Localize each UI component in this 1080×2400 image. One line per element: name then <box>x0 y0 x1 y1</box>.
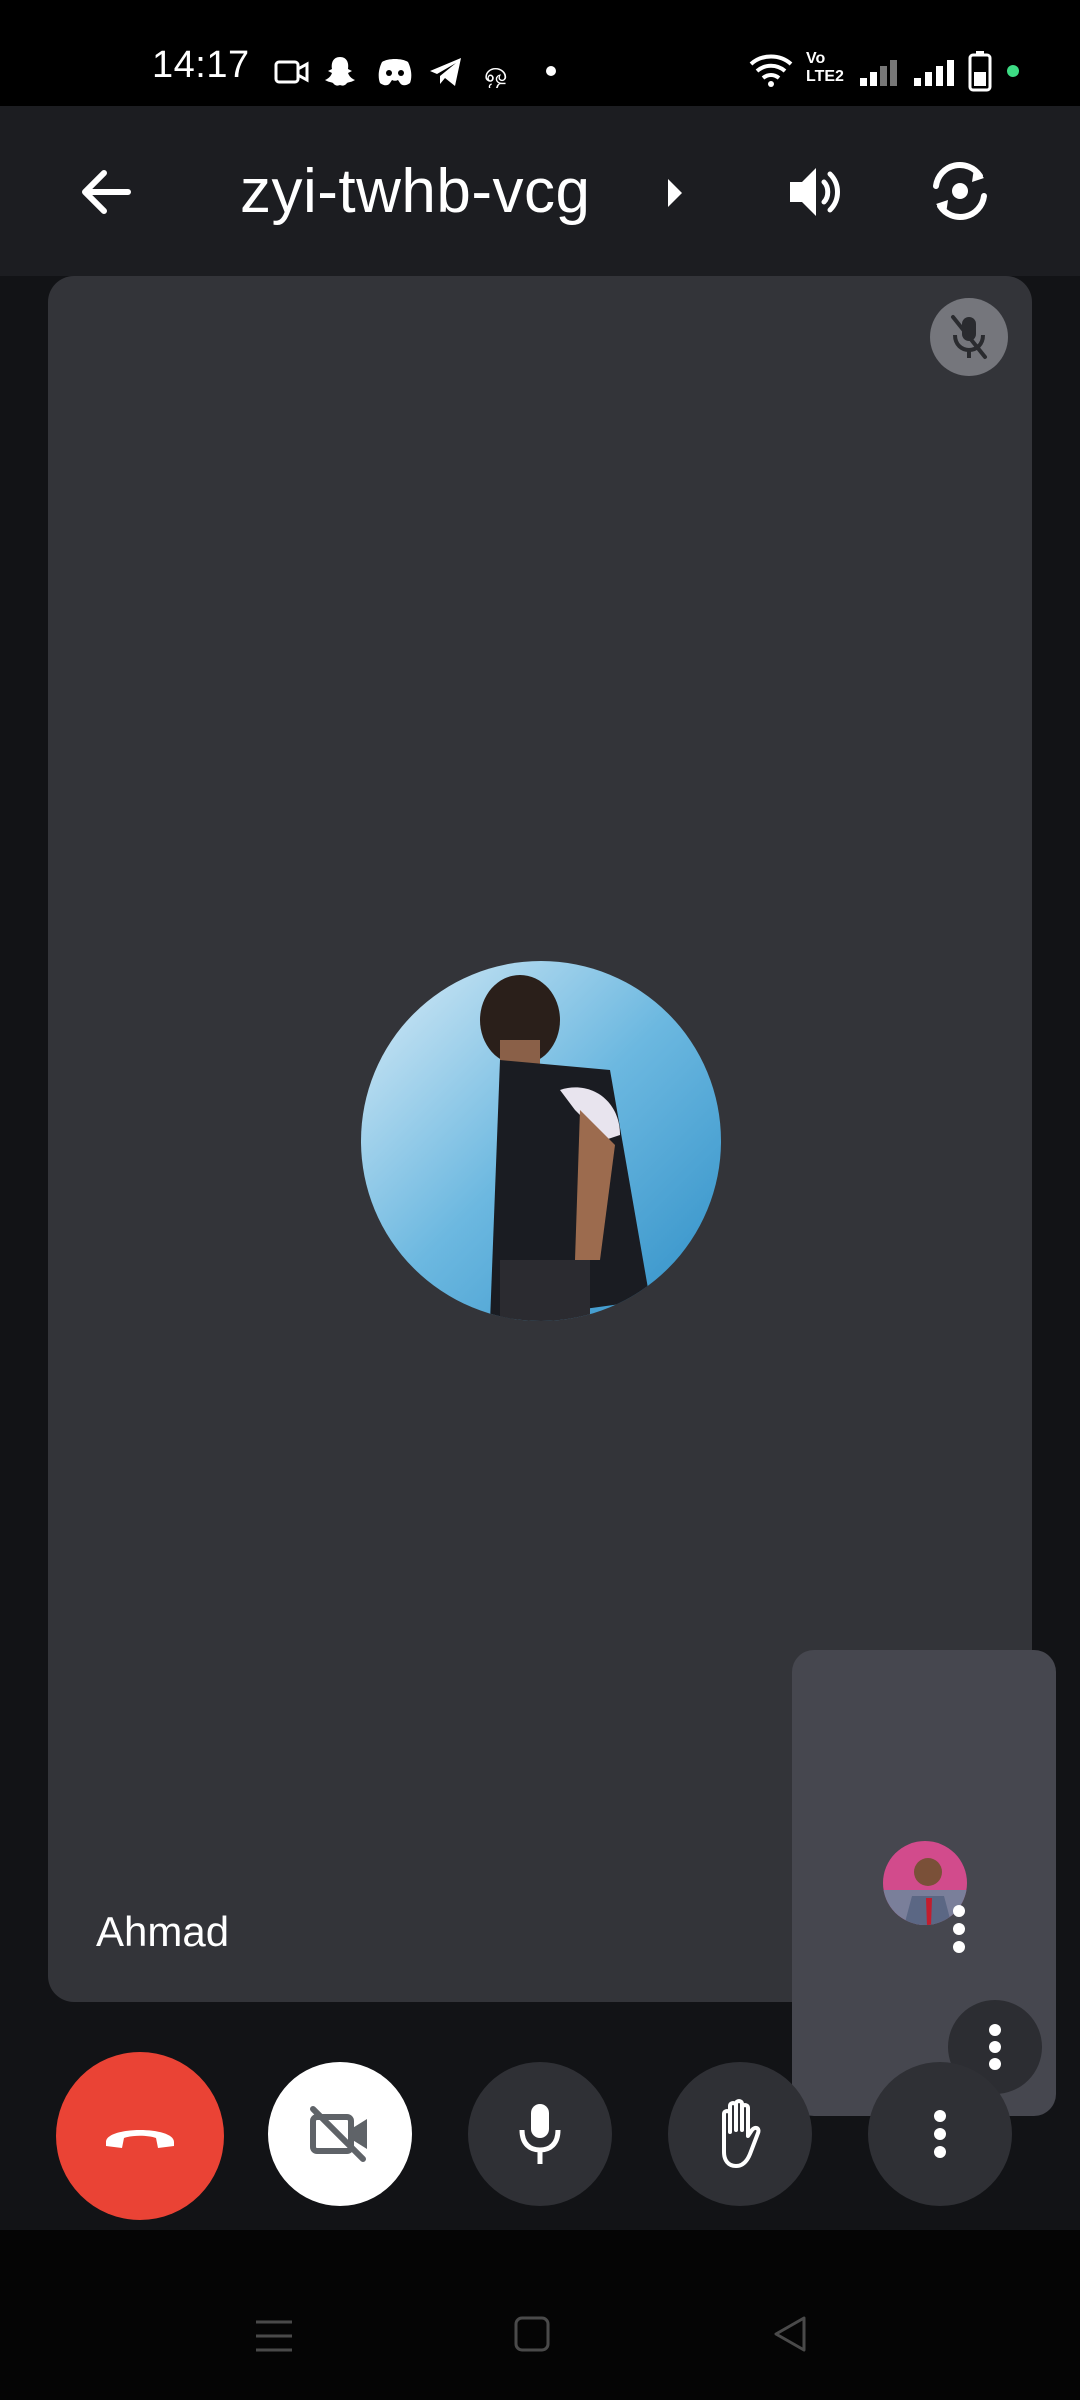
avatar <box>361 961 721 1321</box>
more-options-button[interactable] <box>868 2062 1012 2206</box>
volte-icon: Vo LTE2 <box>806 50 844 85</box>
arrow-left-icon[interactable] <box>78 164 134 220</box>
green-dot-icon <box>1007 65 1019 77</box>
video-off-icon <box>310 2106 367 2162</box>
signal-icon <box>914 60 954 86</box>
more-vert-icon <box>989 2024 1001 2070</box>
status-time: 14:17 <box>152 44 250 86</box>
camera-off-button[interactable] <box>268 2062 412 2206</box>
raise-hand-button[interactable] <box>668 2062 812 2206</box>
dot-icon <box>546 66 556 76</box>
snapchat-icon <box>325 57 355 86</box>
hand-icon <box>722 2099 761 2168</box>
telegram-icon <box>430 58 461 86</box>
speaker-icon[interactable] <box>784 162 848 222</box>
navigation-bar <box>0 2230 1080 2400</box>
more-vert-icon <box>934 2110 946 2158</box>
signal-icon <box>860 60 897 86</box>
meeting-code[interactable]: zyi-twhb-vcg <box>240 156 591 227</box>
wifi-icon <box>749 54 793 87</box>
more-vert-icon[interactable] <box>952 1904 966 1954</box>
caret-right-icon[interactable] <box>664 176 686 210</box>
battery-icon <box>968 51 992 92</box>
self-view-tile[interactable] <box>792 1650 1056 2116</box>
app-icon: ஒ <box>484 56 507 88</box>
participant-name: Ahmad <box>96 1908 230 1955</box>
muted-indicator <box>930 298 1008 376</box>
discord-icon <box>378 59 412 86</box>
switch-camera-icon[interactable] <box>926 156 994 226</box>
mic-off-icon <box>951 315 987 359</box>
home-icon[interactable] <box>512 2314 552 2354</box>
participant-tile[interactable]: Ahmad <box>48 276 1056 2116</box>
end-call-icon <box>106 2130 174 2148</box>
recents-icon[interactable] <box>254 2316 294 2356</box>
end-call-button[interactable] <box>56 2052 224 2220</box>
top-bar: zyi-twhb-vcg <box>0 106 1080 276</box>
mic-icon <box>519 2104 561 2164</box>
status-bar: 14:17 ஒ Vo LTE2 <box>0 0 1080 106</box>
mic-button[interactable] <box>468 2062 612 2206</box>
video-camera-icon <box>274 60 309 84</box>
back-icon[interactable] <box>770 2314 810 2354</box>
svg-text:ஒ: ஒ <box>484 56 507 88</box>
